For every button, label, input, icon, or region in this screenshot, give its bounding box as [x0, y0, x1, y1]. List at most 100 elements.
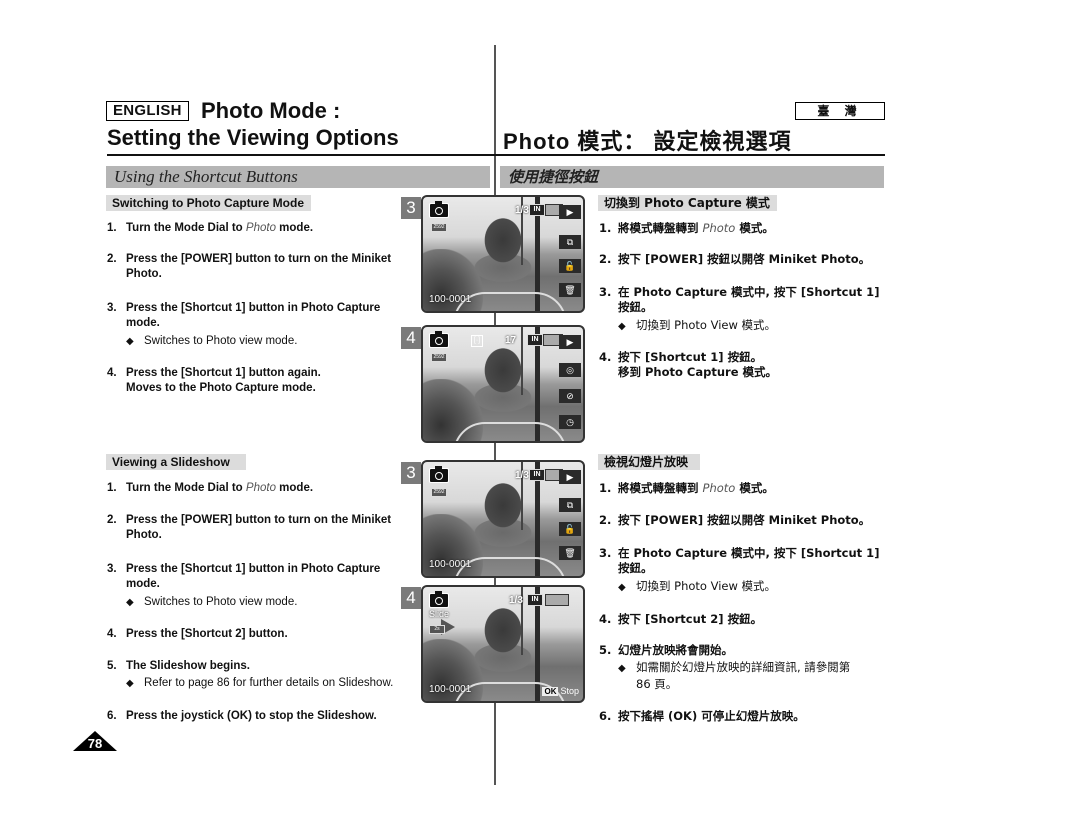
step-number: 1.: [107, 482, 117, 494]
lcd-screen-photo-view: 2592 1/3 IN ▶ ⧉ 🔓 🗑 100-0001: [421, 195, 585, 313]
step-mode-name: Photo: [702, 221, 736, 235]
focus-icon: [·]: [471, 335, 483, 347]
en-p2-step-6: 6. Press the joystick (OK) to stop the Sl…: [107, 709, 377, 724]
timer-icon: ◷: [559, 415, 581, 429]
trash-icon: 🗑: [559, 546, 581, 560]
image-counter: 1/3: [509, 595, 523, 606]
camera-icon: [429, 331, 449, 348]
step-number: 3.: [107, 563, 117, 575]
zh-p1-step-4: 4. 按下 [Shortcut 1] 按鈕。 移到 Photo Capture 模…: [599, 350, 889, 380]
section-bar-en: Using the Shortcut Buttons: [106, 166, 490, 188]
resolution-icon: 2592: [431, 223, 447, 232]
stop-label: Stop: [560, 686, 579, 696]
step-number: 2.: [599, 513, 612, 527]
copy-icon: ⧉: [559, 235, 581, 249]
image-counter: 1/3: [515, 205, 529, 216]
zh-p1-step-3: 3. 在 Photo Capture 模式中, 按下 [Shortcut 1] 按…: [599, 285, 889, 315]
note-text: 切換到 Photo View 模式。: [636, 579, 777, 593]
step-text: 將模式轉盤轉到: [618, 221, 703, 235]
en-p2-step-1: 1. Turn the Mode Dial to Photo mode.: [107, 481, 313, 496]
play-icon: ▶: [559, 205, 581, 219]
step-text-cont: mode.: [126, 578, 160, 590]
memory-icon: IN: [527, 594, 543, 606]
step-number: 1.: [599, 221, 612, 235]
flash-off-icon: ⊘: [559, 389, 581, 403]
step-text: 按下 [POWER] 按鈕以開啓 Miniket Photo。: [618, 252, 871, 266]
screen-step-number: 3: [401, 462, 421, 484]
note-text: 切換到 Photo View 模式。: [636, 318, 777, 332]
step-number: 4.: [599, 350, 612, 364]
step-number: 6.: [107, 710, 117, 722]
step-number: 1.: [599, 481, 612, 495]
step-number: 4.: [599, 612, 612, 626]
en-p2-step-3: 3. Press the [Shortcut 1] button in Photo…: [107, 562, 417, 592]
screen-step-number: 4: [401, 587, 421, 609]
lcd-screen-photo-view: 2592 1/3 IN ▶ ⧉ 🔓 🗑 100-0001: [421, 460, 585, 578]
step-text-cont: Photo.: [126, 529, 162, 541]
en-p1-step-2: 2. Press the [POWER] button to turn on th…: [107, 252, 417, 282]
page-number: 78: [87, 736, 103, 751]
step-number: 2.: [107, 514, 117, 526]
step-number: 5.: [599, 643, 612, 657]
note-text: Switches to Photo view mode.: [144, 596, 298, 608]
step-text: 按下 [Shortcut 1] 按鈕。: [618, 350, 763, 364]
zh-p2-step-2: 2. 按下 [POWER] 按鈕以開啓 Miniket Photo。: [599, 513, 870, 528]
section-bar-zh: 使用捷徑按鈕: [500, 166, 884, 188]
trash-icon: 🗑: [559, 283, 581, 297]
note-text: 如需關於幻燈片放映的詳細資訊, 請參閱第: [636, 660, 851, 674]
battery-icon: [545, 594, 569, 606]
diamond-bullet-icon: ◆: [618, 582, 626, 593]
zh-p2-step-1: 1. 將模式轉盤轉到 Photo 模式。: [599, 481, 774, 496]
step-mode-name: Photo: [702, 481, 736, 495]
step-number: 4.: [107, 367, 117, 379]
en-p2-step-3-note: ◆ Switches to Photo view mode.: [107, 595, 297, 610]
ok-key-icon: OK: [542, 687, 559, 696]
slide-interval-icon: 2s: [429, 625, 445, 634]
step-text: Press the [Shortcut 2] button.: [126, 628, 288, 640]
eye-icon: ◎: [559, 363, 581, 377]
memory-icon: IN: [529, 204, 545, 216]
file-number: 100-0001: [429, 684, 472, 695]
step-number: 1.: [107, 222, 117, 234]
en-p1-step-3: 3. Press the [Shortcut 1] button in Photo…: [107, 301, 417, 331]
page-title-zh: Photo 模式： 設定檢視選項: [503, 129, 792, 154]
zh-p2-step-6: 6. 按下搖桿 (OK) 可停止幻燈片放映。: [599, 709, 805, 724]
step-text: Turn the Mode Dial to: [126, 482, 246, 494]
step-text: Press the [Shortcut 1] button in Photo C…: [126, 563, 381, 575]
diamond-bullet-icon: ◆: [126, 597, 134, 608]
screen-step-number: 4: [401, 327, 421, 349]
en-p2-step-4: 4. Press the [Shortcut 2] button.: [107, 627, 288, 642]
page-title-line2: Setting the Viewing Options: [107, 125, 399, 150]
step-number: 2.: [599, 252, 612, 266]
region-badge: 臺 灣: [795, 102, 885, 120]
step-text: 在 Photo Capture 模式中, 按下 [Shortcut 1]: [618, 546, 880, 560]
step-number: 3.: [599, 546, 612, 560]
step-text: 按下搖桿 (OK) 可停止幻燈片放映。: [618, 709, 805, 723]
note-text: Switches to Photo view mode.: [144, 335, 298, 347]
file-number: 100-0001: [429, 559, 472, 570]
memory-icon: IN: [527, 334, 543, 346]
file-number: 100-0001: [429, 294, 472, 305]
step-text: 按下 [Shortcut 2] 按鈕。: [618, 612, 763, 626]
step-text: Press the [POWER] button to turn on the …: [126, 514, 392, 526]
en-p2-step-5: 5. The Slideshow begins.: [107, 659, 250, 674]
step-number: 5.: [107, 660, 117, 672]
camera-icon: [429, 466, 449, 483]
step-text-cont: Moves to the Photo Capture mode.: [126, 382, 316, 394]
image-counter: 1/3: [515, 470, 529, 481]
step-text: Press the [Shortcut 1] button again.: [126, 367, 321, 379]
play-icon: ▶: [559, 335, 581, 349]
section-title-en: Using the Shortcut Buttons: [114, 167, 298, 186]
step-mode-name: Photo: [245, 222, 276, 234]
step-text: 模式。: [735, 221, 774, 235]
unlock-icon: 🔓: [559, 522, 581, 536]
subheading-slideshow-zh: 檢視幻燈片放映: [598, 454, 700, 470]
page-title-line1: Photo Mode :: [201, 98, 341, 123]
lcd-screen-photo-capture: 2592 [·] 17 IN ▶ ◎ ⊘ ◷: [421, 325, 585, 443]
play-icon: ▶: [559, 470, 581, 484]
zh-p2-step-5-note: ◆ 如需關於幻燈片放映的詳細資訊, 請參閱第: [599, 660, 850, 676]
camera-icon: [429, 591, 449, 608]
step-number: 2.: [107, 253, 117, 265]
step-mode-name: Photo: [245, 482, 276, 494]
resolution-icon: 2592: [431, 353, 447, 362]
